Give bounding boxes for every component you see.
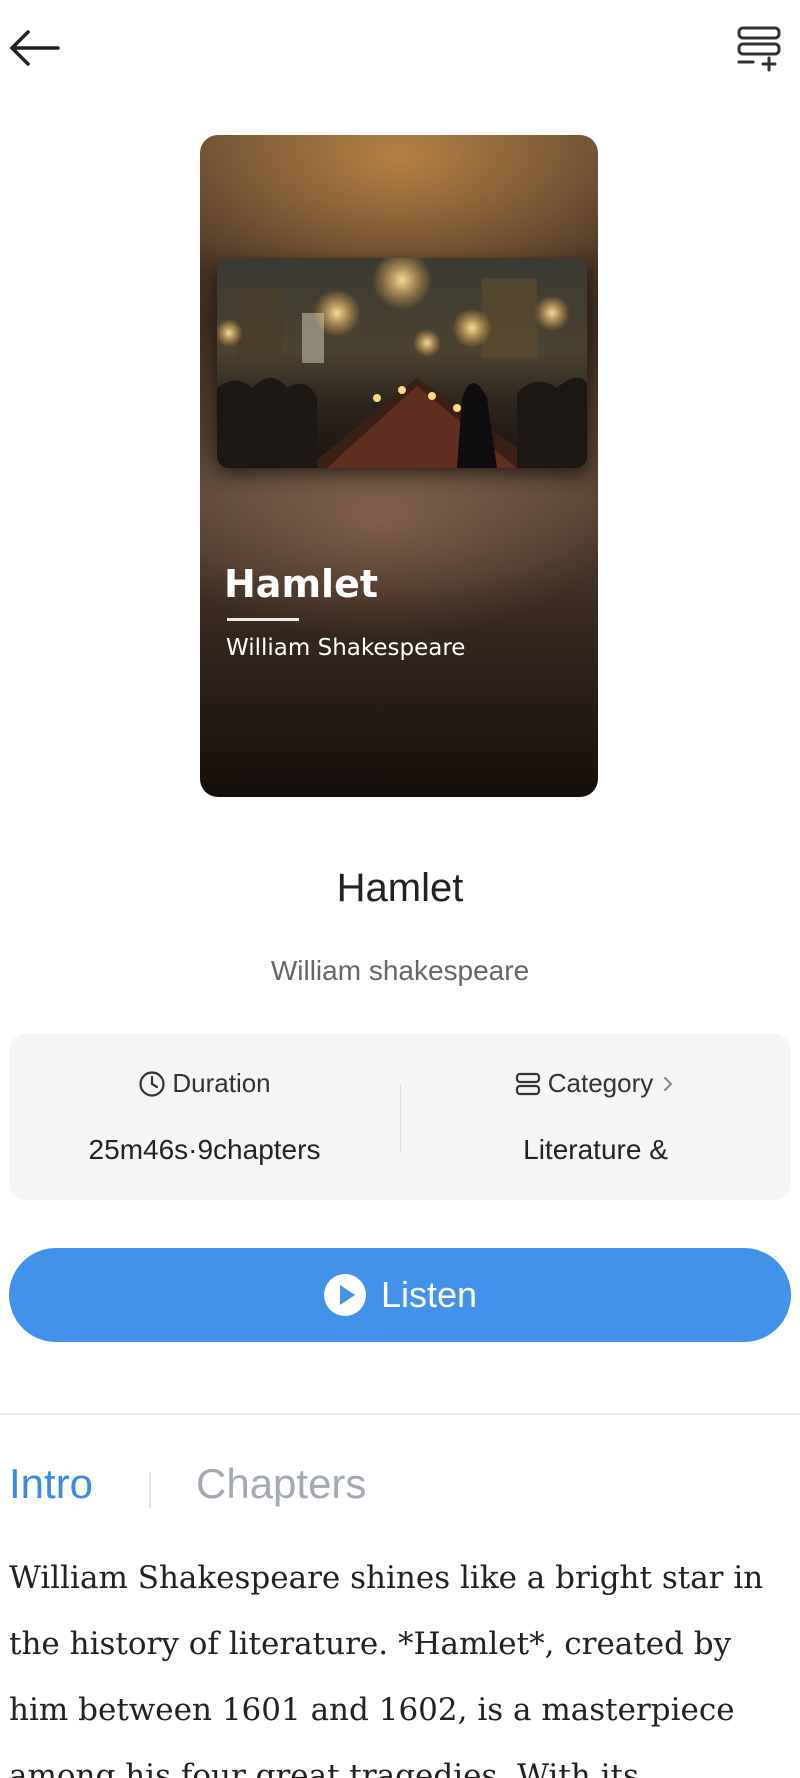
cover-illustration <box>217 258 587 468</box>
tab-divider <box>149 1472 151 1508</box>
info-card: Duration 25m46s·9chapters Category Liter… <box>9 1034 791 1200</box>
chevron-right-icon <box>664 1076 673 1091</box>
book-title: Hamlet <box>336 866 464 910</box>
banquet-hall-illustration <box>217 258 587 468</box>
duration-label: Duration <box>172 1068 271 1098</box>
cover-divider <box>227 618 299 621</box>
clock-icon <box>139 1070 165 1097</box>
content-tabs: Intro Chapters <box>0 1460 800 1520</box>
intro-text: William Shakespeare shines like a bright… <box>9 1560 764 1778</box>
category-label: Category <box>547 1068 654 1098</box>
category-value: Literature & <box>523 1134 668 1165</box>
book-author: William shakespeare <box>270 955 530 986</box>
back-button[interactable] <box>4 20 64 76</box>
play-circle-icon <box>323 1274 366 1316</box>
tab-intro[interactable]: Intro <box>9 1460 93 1508</box>
category-header[interactable]: Category <box>400 1068 791 1099</box>
listen-label: Listen <box>380 1274 478 1315</box>
tab-chapters[interactable]: Chapters <box>196 1460 366 1508</box>
category-icon <box>515 1072 540 1095</box>
arrow-left-icon <box>10 30 60 66</box>
top-bar <box>0 0 800 100</box>
category-section[interactable]: Category Literature & <box>400 1034 791 1200</box>
list-add-icon <box>737 26 781 72</box>
book-cover: Hamlet William Shakespeare <box>200 135 598 797</box>
cover-author: William Shakespeare <box>226 635 466 661</box>
duration-section: Duration 25m46s·9chapters <box>9 1034 400 1200</box>
duration-header: Duration <box>9 1068 400 1099</box>
section-separator <box>0 1413 800 1415</box>
listen-button[interactable]: Listen <box>9 1248 791 1342</box>
duration-value: 25m46s·9chapters <box>88 1134 321 1165</box>
cover-title: Hamlet <box>224 562 379 606</box>
add-to-playlist-button[interactable] <box>730 18 790 78</box>
